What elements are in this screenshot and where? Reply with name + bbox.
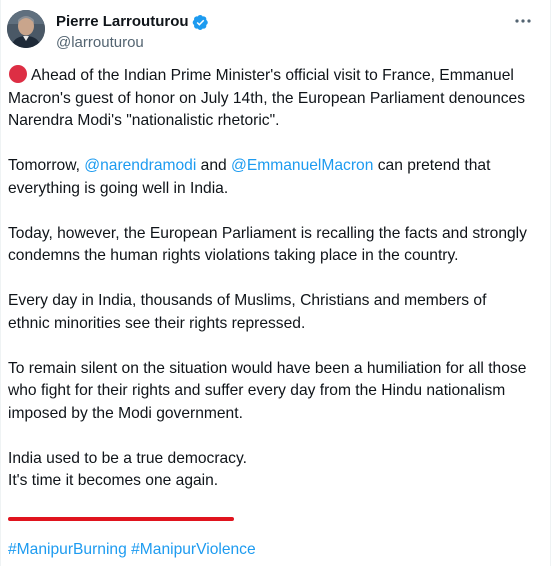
paragraph-5: To remain silent on the situation would … bbox=[8, 359, 527, 422]
paragraph-2-text-start: Tomorrow, bbox=[8, 157, 85, 174]
paragraph-6: India used to be a true democracy. It's t… bbox=[8, 448, 528, 493]
tweet-text: Ahead of the Indian Prime Minister's off… bbox=[8, 65, 528, 515]
more-dots-icon bbox=[515, 19, 531, 23]
hashtag-manipurviolence[interactable]: #ManipurViolence bbox=[131, 541, 256, 558]
paragraph-2-text-mid: and bbox=[196, 157, 232, 174]
paragraph-2: Tomorrow, @narendramodi and @EmmanuelMac… bbox=[8, 155, 528, 200]
hashtag-row: #ManipurBurning #ManipurViolence bbox=[8, 539, 256, 561]
avatar[interactable] bbox=[7, 10, 45, 48]
author-name-row: Pierre Larrouturou bbox=[56, 12, 209, 32]
hashtag-manipurburning[interactable]: #ManipurBurning bbox=[8, 541, 127, 558]
avatar-image bbox=[7, 10, 45, 48]
paragraph-6-line-2: It's time it becomes one again. bbox=[8, 472, 219, 489]
paragraph-4: Every day in India, thousands of Muslims… bbox=[8, 292, 487, 332]
paragraph-3: Today, however, the European Parliament … bbox=[8, 224, 527, 265]
red-underline-annotation bbox=[8, 517, 234, 521]
tweet-card: Pierre Larrouturou @larrouturou Ahead of… bbox=[0, 0, 551, 566]
verified-badge-icon[interactable] bbox=[192, 14, 209, 31]
mention-narendramodi[interactable]: @narendramodi bbox=[84, 157, 196, 174]
author-block: Pierre Larrouturou @larrouturou bbox=[56, 12, 209, 53]
author-handle[interactable]: @larrouturou bbox=[56, 33, 209, 53]
paragraph-1-text: Ahead of the Indian Prime Minister's off… bbox=[8, 67, 526, 129]
mention-emmanuelmacron[interactable]: @EmmanuelMacron bbox=[231, 157, 373, 174]
paragraph-6-line-1: India used to be a true democracy. bbox=[8, 449, 247, 467]
more-options-button[interactable] bbox=[512, 10, 534, 32]
author-name[interactable]: Pierre Larrouturou bbox=[56, 12, 189, 32]
paragraph-1: Ahead of the Indian Prime Minister's off… bbox=[8, 65, 528, 133]
red-circle-emoji bbox=[9, 65, 27, 83]
